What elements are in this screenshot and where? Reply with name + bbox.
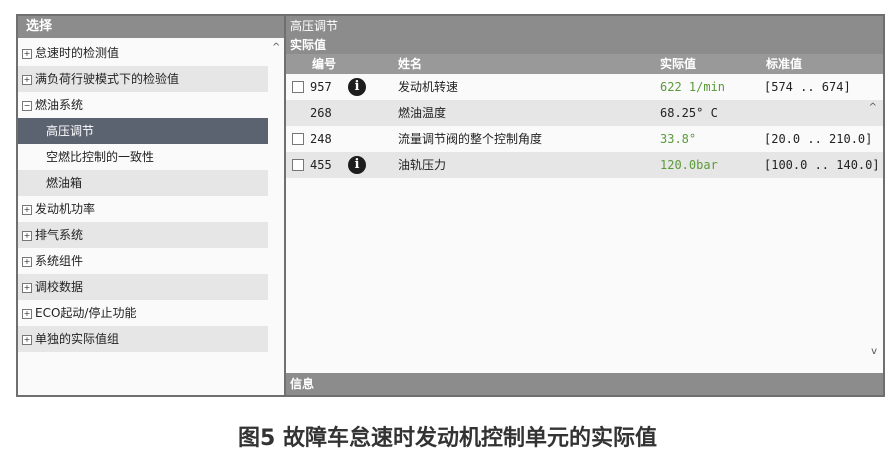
tree-item-label: 发动机功率 bbox=[35, 202, 96, 216]
row-checkbox[interactable] bbox=[292, 81, 304, 93]
collapse-icon[interactable]: − bbox=[22, 100, 32, 111]
tree-item-label: 燃油系统 bbox=[35, 98, 84, 112]
row-standard: [20.0 .. 210.0] bbox=[764, 132, 873, 146]
row-actual: 120.0bar bbox=[660, 158, 718, 172]
tree-item-label: 系统组件 bbox=[35, 254, 84, 268]
tree-item-label: 调校数据 bbox=[35, 280, 84, 294]
expand-icon[interactable]: + bbox=[22, 334, 32, 345]
tree-item-eco-start-stop[interactable]: + ECO起动/停止功能 bbox=[18, 300, 268, 326]
expand-icon[interactable]: + bbox=[22, 282, 32, 293]
table-header: 编号 姓名 实际值 标准值 bbox=[286, 54, 883, 74]
row-number: 957 bbox=[310, 80, 332, 94]
info-icon[interactable]: i bbox=[348, 156, 366, 174]
tree-item-label: ECO起动/停止功能 bbox=[35, 306, 137, 320]
tree-item-fuel-tank[interactable]: 燃油箱 bbox=[18, 170, 268, 196]
selection-panel: 选择 + 怠速时的检测值 + 满负荷行驶模式下的检验值 − 燃油系统 高压调节 空燃比… bbox=[18, 16, 286, 395]
diagnostic-window: 选择 + 怠速时的检测值 + 满负荷行驶模式下的检验值 − 燃油系统 高压调节 空燃比… bbox=[16, 14, 885, 397]
tree-item-idle-values[interactable]: + 怠速时的检测值 bbox=[18, 40, 268, 66]
tree-item-fuel-system[interactable]: − 燃油系统 bbox=[18, 92, 268, 118]
panel-subtitle: 实际值 bbox=[286, 36, 883, 54]
row-actual: 622 1/min bbox=[660, 80, 726, 94]
table-row[interactable]: 248 流量调节阀的整个控制角度 33.8° [20.0 .. 210.0] bbox=[286, 126, 883, 152]
tree-item-label: 排气系统 bbox=[35, 228, 84, 242]
row-name: 流量调节阀的整个控制角度 bbox=[398, 132, 543, 146]
tree-item-label: 燃油箱 bbox=[46, 176, 83, 190]
expand-icon[interactable]: + bbox=[22, 256, 32, 267]
tree-item-label: 单独的实际值组 bbox=[35, 332, 120, 346]
row-actual: 33.8° bbox=[660, 132, 697, 146]
selection-scrollbar[interactable]: ^ bbox=[270, 42, 282, 372]
tree-item-exhaust-system[interactable]: + 排气系统 bbox=[18, 222, 268, 248]
row-checkbox[interactable] bbox=[292, 133, 304, 145]
column-standard[interactable]: 标准值 bbox=[766, 54, 802, 74]
scroll-up-icon[interactable]: ^ bbox=[272, 42, 280, 53]
tree-item-individual-value-groups[interactable]: + 单独的实际值组 bbox=[18, 326, 268, 352]
row-name: 发动机转速 bbox=[398, 80, 459, 94]
tree-item-system-components[interactable]: + 系统组件 bbox=[18, 248, 268, 274]
selection-tree: + 怠速时的检测值 + 满负荷行驶模式下的检验值 − 燃油系统 高压调节 空燃比控制的… bbox=[18, 40, 268, 352]
column-number[interactable]: 编号 bbox=[312, 54, 336, 74]
selection-header: 选择 bbox=[18, 16, 284, 38]
panel-title: 高压调节 bbox=[286, 16, 883, 36]
row-number: 455 bbox=[310, 158, 332, 172]
info-bar: 信息 bbox=[286, 373, 883, 395]
table-row[interactable]: 957 i 发动机转速 622 1/min [574 .. 674] bbox=[286, 74, 883, 100]
row-checkbox[interactable] bbox=[292, 159, 304, 171]
tree-item-full-load-values[interactable]: + 满负荷行驶模式下的检验值 bbox=[18, 66, 268, 92]
expand-icon[interactable]: + bbox=[22, 48, 32, 59]
expand-icon[interactable]: + bbox=[22, 308, 32, 319]
expand-icon[interactable]: + bbox=[22, 230, 32, 241]
table-row[interactable]: 268 燃油温度 68.25° C bbox=[286, 100, 883, 126]
row-name: 燃油温度 bbox=[398, 106, 447, 120]
row-number: 248 bbox=[310, 132, 332, 146]
tree-item-label: 满负荷行驶模式下的检验值 bbox=[35, 72, 180, 86]
tree-item-label: 怠速时的检测值 bbox=[35, 46, 120, 60]
tree-item-air-fuel-consistency[interactable]: 空燃比控制的一致性 bbox=[18, 144, 268, 170]
actual-values-panel: 高压调节 实际值 编号 姓名 实际值 标准值 957 i 发动机转速 622 1… bbox=[286, 16, 883, 395]
row-name: 油轨压力 bbox=[398, 158, 447, 172]
tree-item-calibration-data[interactable]: + 调校数据 bbox=[18, 274, 268, 300]
row-standard: [574 .. 674] bbox=[764, 80, 851, 94]
column-actual[interactable]: 实际值 bbox=[660, 54, 696, 74]
scroll-down-icon[interactable]: v bbox=[871, 346, 877, 357]
row-number: 268 bbox=[310, 106, 332, 120]
table-row[interactable]: 455 i 油轨压力 120.0bar [100.0 .. 140.0] bbox=[286, 152, 883, 178]
scroll-up-icon[interactable]: ^ bbox=[869, 102, 877, 113]
figure-caption: 图5 故障车怠速时发动机控制单元的实际值 bbox=[238, 426, 657, 451]
info-icon[interactable]: i bbox=[348, 78, 366, 96]
tree-item-label: 高压调节 bbox=[46, 124, 95, 138]
column-name[interactable]: 姓名 bbox=[398, 54, 422, 74]
tree-item-high-pressure-control[interactable]: 高压调节 bbox=[18, 118, 268, 144]
row-standard: [100.0 .. 140.0] bbox=[764, 158, 880, 172]
tree-item-label: 空燃比控制的一致性 bbox=[46, 150, 155, 164]
expand-icon[interactable]: + bbox=[22, 204, 32, 215]
tree-item-engine-power[interactable]: + 发动机功率 bbox=[18, 196, 268, 222]
expand-icon[interactable]: + bbox=[22, 74, 32, 85]
row-actual: 68.25° C bbox=[660, 106, 718, 120]
